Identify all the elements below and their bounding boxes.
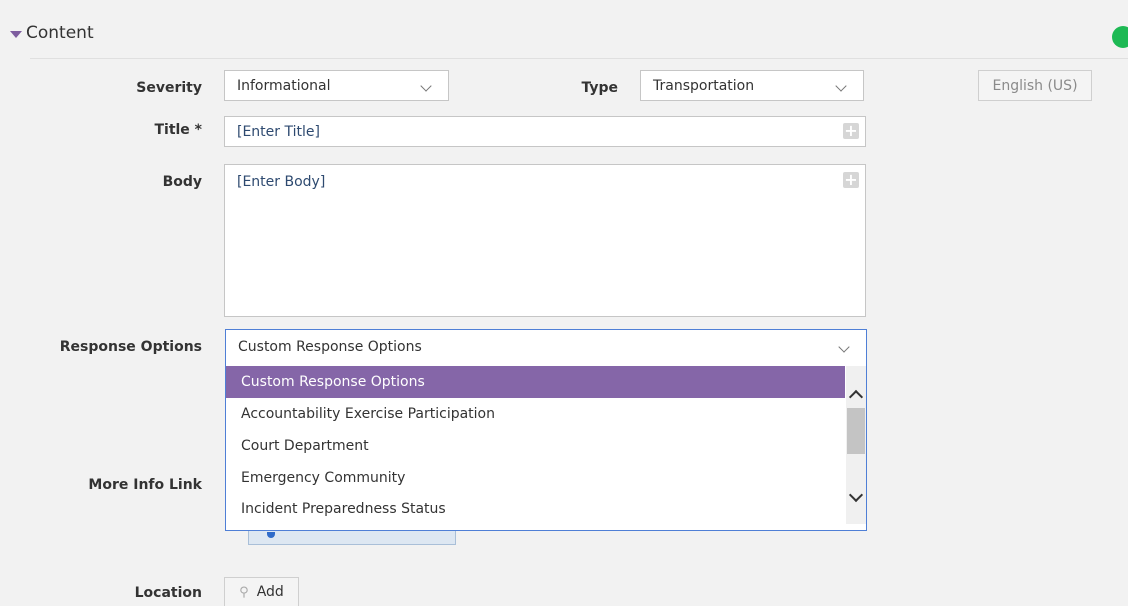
severity-label: Severity — [136, 80, 202, 96]
title-label: Title * — [154, 122, 202, 138]
response-options-value: Custom Response Options — [238, 339, 422, 355]
pin-icon — [267, 532, 275, 538]
body-label: Body — [162, 174, 202, 190]
add-label: Add — [256, 584, 284, 600]
section-title: Content — [26, 23, 94, 43]
plus-icon[interactable]: + — [843, 123, 859, 139]
section-divider — [30, 58, 1128, 59]
status-indicator — [1112, 26, 1128, 48]
section-header-content[interactable]: Content — [10, 20, 94, 46]
response-options-dropdown[interactable]: Custom Response Options Accountability E… — [225, 364, 867, 531]
chevron-down-icon — [835, 80, 847, 92]
language-button[interactable]: English (US) — [978, 70, 1092, 101]
dropdown-option[interactable]: Court Department — [226, 430, 845, 462]
caret-down-icon — [10, 30, 22, 38]
body-textarea[interactable]: [Enter Body] + — [224, 164, 866, 317]
more-info-link-button[interactable] — [248, 530, 456, 545]
more-info-link-label: More Info Link — [88, 477, 202, 493]
chevron-down-icon — [838, 341, 850, 353]
dropdown-scrollbar[interactable] — [846, 366, 866, 524]
title-input[interactable]: [Enter Title] + — [224, 116, 866, 147]
type-value: Transportation — [653, 77, 755, 94]
title-placeholder: [Enter Title] — [237, 123, 320, 140]
dropdown-option[interactable]: Accountability Exercise Participation — [226, 398, 845, 430]
dropdown-option[interactable]: Custom Response Options — [226, 366, 845, 398]
scrollbar-thumb[interactable] — [847, 408, 865, 454]
type-select[interactable]: Transportation — [640, 70, 864, 101]
severity-value: Informational — [237, 77, 331, 94]
type-label: Type — [581, 80, 618, 96]
map-pin-icon: ⚲ — [239, 584, 249, 600]
dropdown-option[interactable]: Emergency Community — [226, 462, 845, 494]
location-add-button[interactable]: ⚲ Add — [224, 577, 299, 606]
location-label: Location — [134, 585, 202, 601]
severity-select[interactable]: Informational — [224, 70, 449, 101]
scroll-down-icon[interactable] — [848, 487, 864, 503]
response-options-select[interactable]: Custom Response Options — [225, 329, 867, 365]
response-options-label: Response Options — [59, 339, 202, 355]
plus-icon[interactable]: + — [843, 172, 859, 188]
dropdown-option[interactable]: Incident Preparedness Status — [226, 493, 845, 525]
scroll-up-icon[interactable] — [848, 389, 864, 405]
body-placeholder: [Enter Body] — [237, 174, 326, 190]
chevron-down-icon — [420, 80, 432, 92]
